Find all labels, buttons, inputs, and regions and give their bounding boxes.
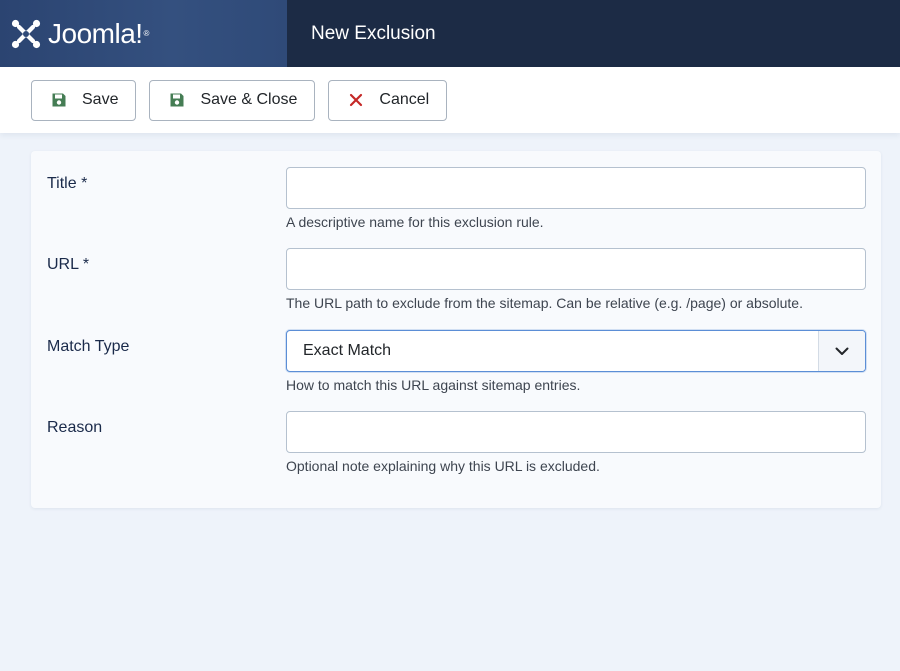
title-input[interactable] <box>287 168 865 208</box>
match-type-value: Exact Match <box>303 342 392 359</box>
match-type-dropdown-toggle[interactable] <box>818 331 865 371</box>
url-input[interactable] <box>287 249 865 289</box>
app-header: Joomla! ® New Exclusion <box>0 0 900 67</box>
match-type-select[interactable]: Exact Match <box>286 330 866 372</box>
match-type-hint: How to match this URL against sitemap en… <box>286 377 581 393</box>
chevron-down-icon <box>835 347 849 355</box>
page-title: New Exclusion <box>311 22 436 44</box>
save-close-button[interactable]: Save & Close <box>149 79 316 121</box>
url-hint: The URL path to exclude from the sitemap… <box>286 295 803 311</box>
brand[interactable]: Joomla! ® <box>0 0 287 67</box>
title-field-wrap <box>286 167 866 209</box>
reason-hint: Optional note explaining why this URL is… <box>286 458 600 474</box>
title-label: Title * <box>47 175 88 192</box>
reason-field-wrap <box>286 411 866 453</box>
save-label: Save <box>82 91 119 108</box>
reason-input[interactable] <box>287 412 865 452</box>
reason-label: Reason <box>47 419 103 436</box>
exclusion-form: Title * A descriptive name for this excl… <box>31 151 881 508</box>
registered-mark: ® <box>143 29 150 38</box>
url-field-wrap <box>286 248 866 290</box>
title-hint: A descriptive name for this exclusion ru… <box>286 214 544 230</box>
toolbar: Save Save & Close Cancel <box>0 67 900 133</box>
match-type-label: Match Type <box>47 338 130 355</box>
cancel-button[interactable]: Cancel <box>328 79 448 121</box>
cancel-label: Cancel <box>379 91 430 108</box>
brand-name: Joomla! <box>48 17 143 49</box>
save-close-label: Save & Close <box>200 91 298 108</box>
joomla-logo-icon <box>11 19 41 48</box>
floppy-disk-icon <box>170 93 184 107</box>
floppy-disk-icon <box>52 93 66 107</box>
save-button[interactable]: Save <box>31 79 137 121</box>
url-label: URL * <box>47 256 90 273</box>
x-mark-icon <box>350 93 363 107</box>
